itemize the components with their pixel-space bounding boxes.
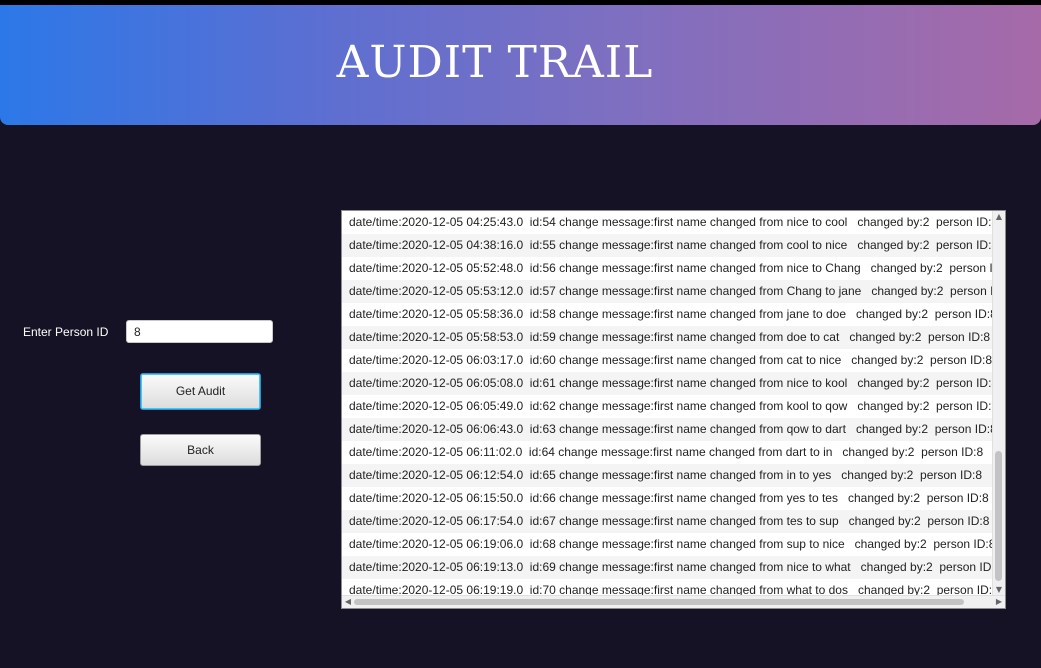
- page-title: AUDIT TRAIL: [336, 37, 654, 88]
- audit-list-rows: date/time:2020-12-05 04:25:43.0 id:54 ch…: [342, 211, 994, 596]
- back-button[interactable]: Back: [140, 434, 261, 466]
- list-item[interactable]: date/time:2020-12-05 05:58:36.0 id:58 ch…: [342, 303, 994, 326]
- list-item[interactable]: date/time:2020-12-05 06:17:54.0 id:67 ch…: [342, 510, 994, 533]
- list-item[interactable]: date/time:2020-12-05 06:19:19.0 id:70 ch…: [342, 579, 994, 596]
- header-banner: AUDIT TRAIL: [0, 5, 1041, 125]
- list-item[interactable]: date/time:2020-12-05 06:19:13.0 id:69 ch…: [342, 556, 994, 579]
- list-item[interactable]: date/time:2020-12-05 06:06:43.0 id:63 ch…: [342, 418, 994, 441]
- person-id-label: Enter Person ID: [23, 325, 109, 339]
- chevron-right-icon[interactable]: ▶: [993, 597, 1005, 607]
- audit-list[interactable]: date/time:2020-12-05 04:25:43.0 id:54 ch…: [341, 210, 1006, 609]
- list-item[interactable]: date/time:2020-12-05 06:15:50.0 id:66 ch…: [342, 487, 994, 510]
- person-id-input[interactable]: [126, 320, 273, 343]
- horizontal-scrollbar[interactable]: ◀ ▶: [342, 595, 1005, 608]
- list-item[interactable]: date/time:2020-12-05 05:58:53.0 id:59 ch…: [342, 326, 994, 349]
- list-item[interactable]: date/time:2020-12-05 06:12:54.0 id:65 ch…: [342, 464, 994, 487]
- vertical-scrollbar[interactable]: ▲ ▼: [992, 211, 1005, 596]
- get-audit-button[interactable]: Get Audit: [140, 373, 261, 410]
- list-item[interactable]: date/time:2020-12-05 05:53:12.0 id:57 ch…: [342, 280, 994, 303]
- list-item[interactable]: date/time:2020-12-05 06:19:06.0 id:68 ch…: [342, 533, 994, 556]
- chevron-up-icon[interactable]: ▲: [993, 212, 1005, 222]
- list-item[interactable]: date/time:2020-12-05 04:25:43.0 id:54 ch…: [342, 211, 994, 234]
- chevron-left-icon[interactable]: ◀: [342, 597, 354, 607]
- list-item[interactable]: date/time:2020-12-05 06:05:49.0 id:62 ch…: [342, 395, 994, 418]
- vertical-scroll-thumb[interactable]: [995, 451, 1002, 581]
- list-item[interactable]: date/time:2020-12-05 04:38:16.0 id:55 ch…: [342, 234, 994, 257]
- chevron-down-icon[interactable]: ▼: [993, 585, 1005, 595]
- horizontal-scroll-thumb[interactable]: [354, 599, 964, 605]
- list-item[interactable]: date/time:2020-12-05 06:03:17.0 id:60 ch…: [342, 349, 994, 372]
- list-item[interactable]: date/time:2020-12-05 05:52:48.0 id:56 ch…: [342, 257, 994, 280]
- list-item[interactable]: date/time:2020-12-05 06:05:08.0 id:61 ch…: [342, 372, 994, 395]
- list-item[interactable]: date/time:2020-12-05 06:11:02.0 id:64 ch…: [342, 441, 994, 464]
